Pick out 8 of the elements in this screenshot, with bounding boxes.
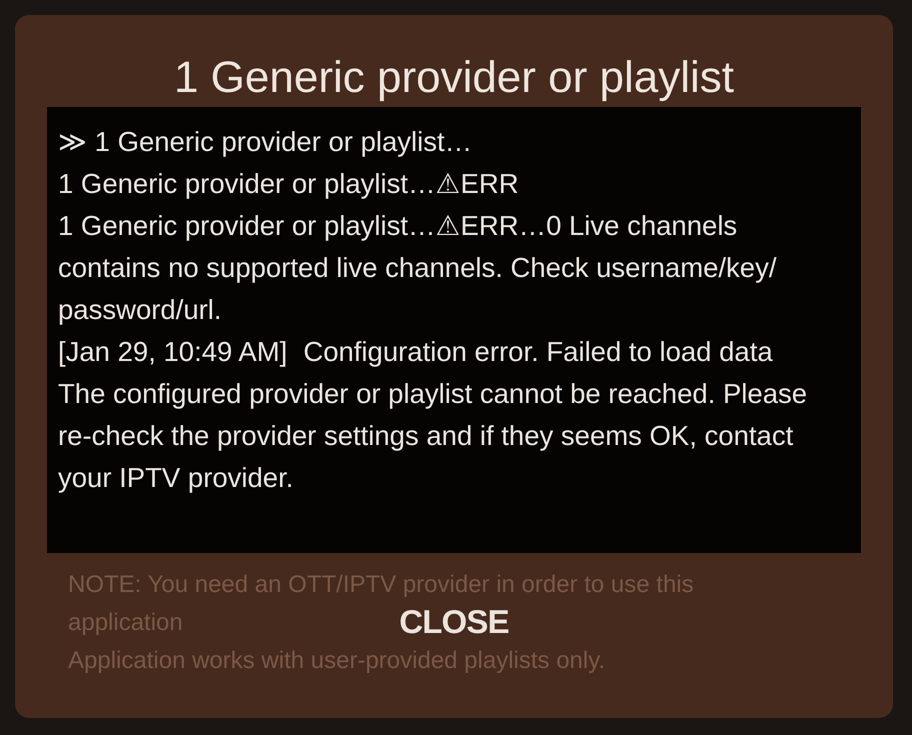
log-line: 1 Generic provider or playlist…⚠ERR…0 Live channels contains no supported live channels. Check username/key/ password/url. bbox=[58, 209, 778, 327]
log-timestamp: [Jan 29, 10:49 AM] bbox=[58, 335, 288, 369]
log-line: 1 Generic provider or playlist…⚠ERR bbox=[58, 167, 520, 201]
log-line: Configuration error. Failed to load data bbox=[303, 335, 773, 369]
log-line: ≫ 1 Generic provider or playlist… bbox=[58, 125, 474, 159]
dialog-title: 1 Generic provider or playlist bbox=[174, 53, 734, 103]
close-button[interactable]: CLOSE bbox=[399, 605, 509, 639]
log-line: The configured provider or playlist cannot be reached. Please re-check the provider settings and if they seems OK, contact your IPTV provider. bbox=[58, 377, 808, 495]
